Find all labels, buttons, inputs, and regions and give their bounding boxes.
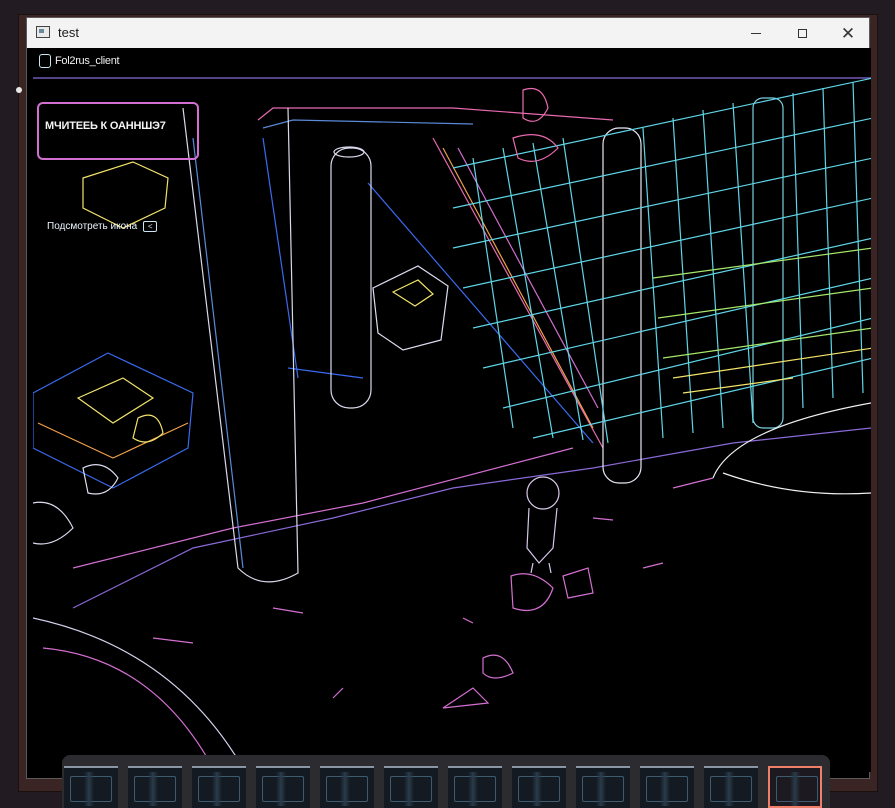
pillar-left-inner xyxy=(192,137,244,569)
floor-debris xyxy=(152,477,714,699)
floor-ledge-edge xyxy=(72,447,574,569)
maximize-button[interactable] xyxy=(779,18,825,48)
app-window: test ✕ Fol2rus_client МЧИТЕЕЬ К ОАННШЭ7 … xyxy=(26,17,871,779)
window-titlebar[interactable]: test ✕ xyxy=(27,18,869,48)
crate-upper-outline xyxy=(82,161,169,229)
mound-inner-edge xyxy=(42,647,214,769)
taskbar-preview-thumbnail[interactable] xyxy=(512,766,566,808)
ceiling-inner-edge xyxy=(262,119,474,129)
taskbar-preview-thumbnail[interactable] xyxy=(640,766,694,808)
character-shadow-bits xyxy=(442,567,594,709)
close-icon: ✕ xyxy=(840,23,856,43)
ball-surface-lower xyxy=(722,472,871,495)
taskbar-preview-thumbnail[interactable] xyxy=(576,766,630,808)
floor-back-edge xyxy=(287,367,364,379)
app-window-icon xyxy=(36,26,50,38)
pillar-middle-outline xyxy=(330,147,372,409)
hint-key-badge: < xyxy=(143,221,158,232)
taskbar-preview-thumbnail[interactable] xyxy=(448,766,502,808)
game-title-bar: Fol2rus_client xyxy=(39,54,120,68)
maximize-icon xyxy=(797,28,807,38)
ramp-edge-3 xyxy=(457,147,599,409)
ball-surface-edge xyxy=(712,402,871,479)
net-lattice xyxy=(452,77,871,444)
figurine-left xyxy=(132,414,164,443)
game-viewport[interactable]: Fol2rus_client МЧИТЕЕЬ К ОАННШЭ7 Подсмот… xyxy=(33,48,871,772)
taskbar-preview-thumbnail[interactable] xyxy=(256,766,310,808)
figurine-far-left xyxy=(33,464,119,545)
ceiling-edge xyxy=(257,107,614,121)
window-title: test xyxy=(58,25,79,40)
taskbar-preview-strip xyxy=(62,755,830,808)
taskbar-preview-thumbnail[interactable] xyxy=(704,766,758,808)
crate-middle-outline xyxy=(372,265,449,351)
taskbar-preview-thumbnail[interactable] xyxy=(64,766,118,808)
pillar-far-right-outline xyxy=(752,97,784,429)
taskbar-preview-thumbnail[interactable] xyxy=(384,766,438,808)
net-lattice-glow xyxy=(652,247,871,359)
crate-left-outline xyxy=(33,352,194,489)
crate-left-trim xyxy=(37,422,189,459)
taskbar-preview-thumbnail[interactable] xyxy=(320,766,374,808)
game-app-icon xyxy=(39,54,51,68)
floor-diagonal-edge xyxy=(367,182,594,444)
minimize-button[interactable] xyxy=(733,18,779,48)
quest-panel: МЧИТЕЕЬ К ОАННШЭ7 xyxy=(37,102,199,160)
crate-middle-top xyxy=(391,279,434,307)
taskbar-preview-thumbnail[interactable] xyxy=(128,766,182,808)
net-lattice-warm xyxy=(672,347,871,394)
desktop-edge-indicator xyxy=(16,87,22,93)
hint-row: Подсмотреть икона < xyxy=(47,221,158,232)
game-title: Fol2rus_client xyxy=(55,55,120,67)
mound-edge xyxy=(33,617,244,769)
floor-front-edge xyxy=(72,427,871,609)
hint-text: Подсмотреть икона xyxy=(47,221,138,232)
player-character xyxy=(526,476,560,574)
close-button[interactable]: ✕ xyxy=(825,18,871,48)
minimize-icon xyxy=(751,32,761,34)
pillar-left-outline xyxy=(182,107,299,583)
ramp-edge-1 xyxy=(432,137,604,449)
pillar-right-outline xyxy=(602,127,642,484)
quest-text: МЧИТЕЕЬ К ОАННШЭ7 xyxy=(45,120,166,132)
taskbar-preview-thumbnail[interactable] xyxy=(192,766,246,808)
taskbar-preview-thumbnail-active[interactable] xyxy=(768,766,822,808)
